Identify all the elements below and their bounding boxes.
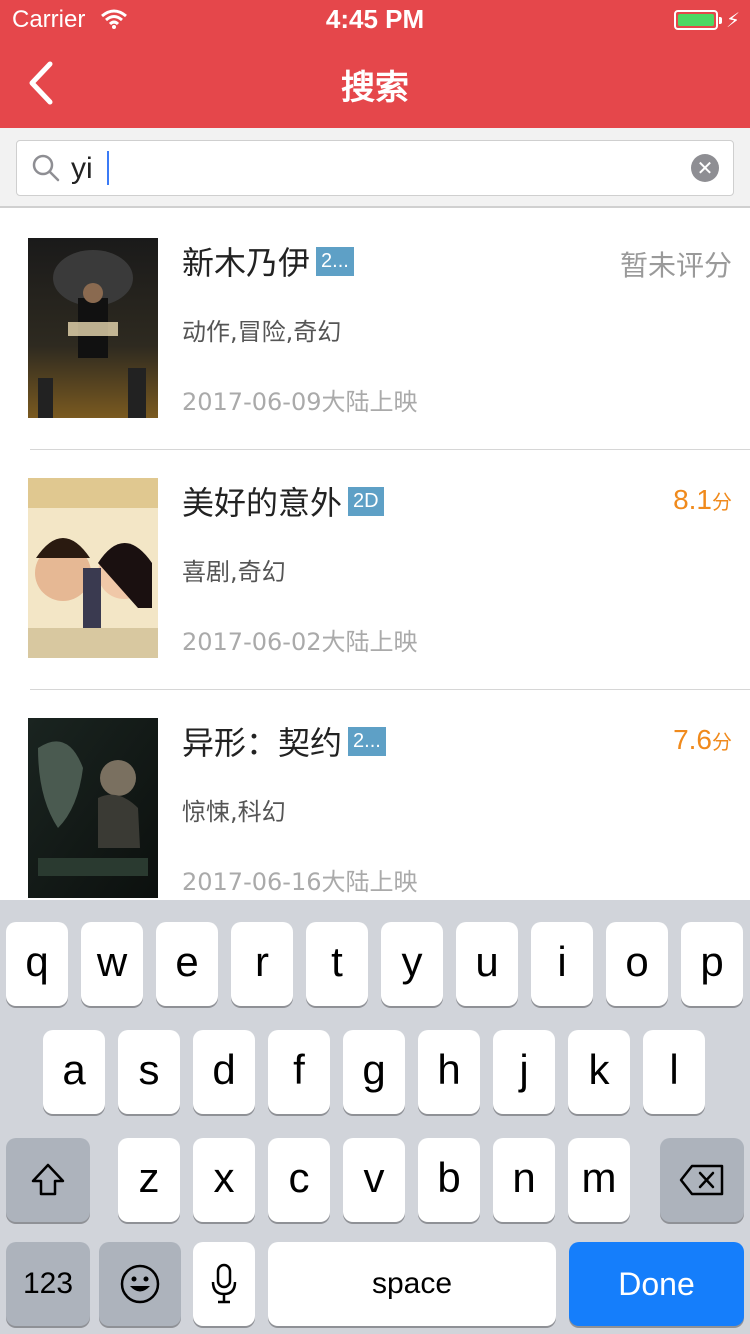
poster-image bbox=[28, 238, 158, 418]
release-date: 2017-06-02大陆上映 bbox=[182, 628, 418, 656]
key-s[interactable]: s bbox=[118, 1030, 180, 1114]
nav-bar: 搜索 bbox=[0, 40, 750, 128]
movie-title: 异形：契约 2... bbox=[182, 718, 386, 764]
key-y[interactable]: y bbox=[381, 922, 443, 1006]
dictation-key[interactable] bbox=[193, 1242, 255, 1326]
key-p[interactable]: p bbox=[681, 922, 743, 1006]
movie-list: 新木乃伊 2... 动作,冒险,奇幻 2017-06-09大陆上映 暂未评分 美好… bbox=[0, 210, 750, 930]
movie-genre: 动作,冒险,奇幻 bbox=[182, 318, 342, 346]
poster-image bbox=[28, 718, 158, 898]
movie-title: 美好的意外 2D bbox=[182, 478, 384, 524]
search-icon bbox=[32, 154, 60, 182]
movie-genre: 惊悚,科幻 bbox=[182, 798, 286, 826]
search-box[interactable]: ✕ bbox=[16, 140, 734, 196]
movie-score: 8.1分 bbox=[673, 484, 732, 515]
key-d[interactable]: d bbox=[193, 1030, 255, 1114]
status-bar: Carrier 4:45 PM ⚡ bbox=[0, 0, 750, 40]
key-a[interactable]: a bbox=[43, 1030, 105, 1114]
key-n[interactable]: n bbox=[493, 1138, 555, 1222]
text-caret bbox=[107, 151, 109, 185]
key-e[interactable]: e bbox=[156, 922, 218, 1006]
clear-icon[interactable]: ✕ bbox=[691, 154, 719, 182]
key-i[interactable]: i bbox=[531, 922, 593, 1006]
movie-score: 7.6分 bbox=[673, 724, 732, 755]
movie-title: 新木乃伊 2... bbox=[182, 238, 354, 284]
numbers-key[interactable]: 123 bbox=[6, 1242, 90, 1326]
emoji-icon bbox=[120, 1264, 160, 1304]
emoji-key[interactable] bbox=[99, 1242, 181, 1326]
key-k[interactable]: k bbox=[568, 1030, 630, 1114]
key-h[interactable]: h bbox=[418, 1030, 480, 1114]
battery-icon bbox=[674, 10, 722, 30]
release-date: 2017-06-09大陆上映 bbox=[182, 388, 418, 416]
key-c[interactable]: c bbox=[268, 1138, 330, 1222]
list-item[interactable]: 新木乃伊 2... 动作,冒险,奇幻 2017-06-09大陆上映 暂未评分 bbox=[0, 210, 750, 450]
poster-image bbox=[28, 478, 158, 658]
page-title: 搜索 bbox=[341, 68, 409, 108]
key-w[interactable]: w bbox=[81, 922, 143, 1006]
key-j[interactable]: j bbox=[493, 1030, 555, 1114]
key-o[interactable]: o bbox=[606, 922, 668, 1006]
key-t[interactable]: t bbox=[306, 922, 368, 1006]
shift-key[interactable] bbox=[6, 1138, 90, 1222]
format-badge: 2D bbox=[348, 486, 384, 516]
release-date: 2017-06-16大陆上映 bbox=[182, 868, 418, 896]
microphone-icon bbox=[211, 1263, 237, 1304]
keyboard: q w e r t y u i o p a s d f g h j k l z … bbox=[0, 900, 750, 1334]
movie-genre: 喜剧,奇幻 bbox=[182, 558, 286, 586]
key-m[interactable]: m bbox=[568, 1138, 630, 1222]
delete-key[interactable] bbox=[660, 1138, 744, 1222]
key-v[interactable]: v bbox=[343, 1138, 405, 1222]
movie-score: 暂未评分 bbox=[619, 249, 732, 282]
key-u[interactable]: u bbox=[456, 922, 518, 1006]
list-item[interactable]: 异形：契约 2... 惊悚,科幻 2017-06-16大陆上映 7.6分 bbox=[0, 690, 750, 930]
key-r[interactable]: r bbox=[231, 922, 293, 1006]
backspace-icon bbox=[679, 1164, 724, 1196]
space-key[interactable]: space bbox=[268, 1242, 556, 1326]
format-badge: 2... bbox=[348, 726, 386, 756]
search-bar: ✕ bbox=[0, 128, 750, 208]
key-g[interactable]: g bbox=[343, 1030, 405, 1114]
key-b[interactable]: b bbox=[418, 1138, 480, 1222]
key-q[interactable]: q bbox=[6, 922, 68, 1006]
charging-icon: ⚡ bbox=[725, 8, 740, 32]
list-item[interactable]: 美好的意外 2D 喜剧,奇幻 2017-06-02大陆上映 8.1分 bbox=[0, 450, 750, 690]
done-key[interactable]: Done bbox=[569, 1242, 744, 1326]
key-x[interactable]: x bbox=[193, 1138, 255, 1222]
key-l[interactable]: l bbox=[643, 1030, 705, 1114]
key-z[interactable]: z bbox=[118, 1138, 180, 1222]
key-f[interactable]: f bbox=[268, 1030, 330, 1114]
shift-icon bbox=[31, 1163, 65, 1196]
format-badge: 2... bbox=[316, 246, 354, 276]
header: Carrier 4:45 PM ⚡ 搜索 bbox=[0, 0, 750, 128]
status-time: 4:45 PM bbox=[325, 4, 425, 34]
search-input[interactable] bbox=[69, 149, 673, 189]
